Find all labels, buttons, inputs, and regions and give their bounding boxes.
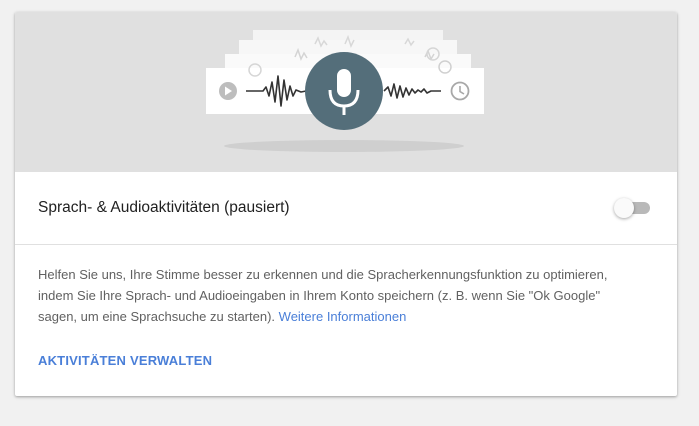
hero-illustration <box>15 12 677 172</box>
manage-activity-button[interactable]: AKTIVITÄTEN VERWALTEN <box>38 353 212 368</box>
voice-illustration <box>206 30 484 152</box>
microphone-icon <box>305 52 383 130</box>
learn-more-link[interactable]: Weitere Informationen <box>279 309 407 324</box>
toggle-thumb <box>614 198 634 218</box>
voice-activity-card: Sprach- & Audioaktivitäten (pausiert) He… <box>15 12 677 396</box>
shadow-ellipse <box>224 140 464 152</box>
description-text: Helfen Sie uns, Ihre Stimme besser zu er… <box>38 264 638 327</box>
play-icon <box>219 82 237 100</box>
voice-activity-setting-row: Sprach- & Audioaktivitäten (pausiert) <box>15 172 677 245</box>
voice-activity-toggle[interactable] <box>614 197 652 219</box>
setting-title: Sprach- & Audioaktivitäten (pausiert) <box>38 199 290 216</box>
